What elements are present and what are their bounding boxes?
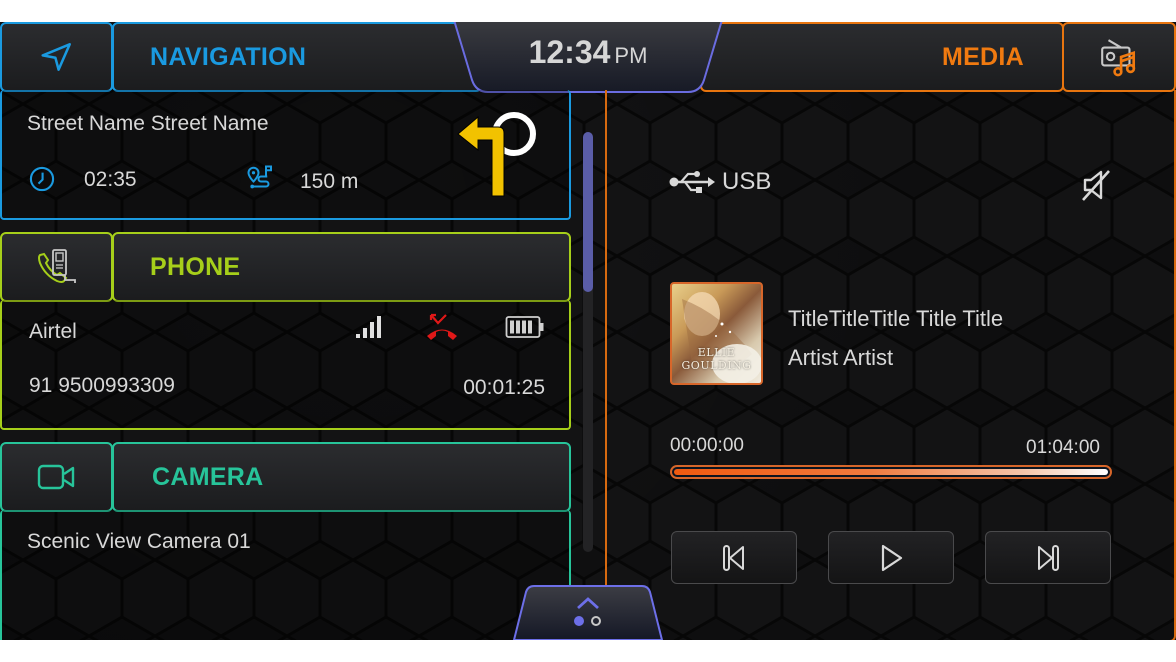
- clock-period: PM: [614, 43, 648, 68]
- phone-number: 91 9500993309: [29, 374, 175, 397]
- clock-time: 12:34: [528, 34, 611, 70]
- album-art-text: ELLIE GOULDING: [681, 346, 752, 372]
- media-source[interactable]: USB: [722, 168, 771, 196]
- battery-icon: [505, 316, 544, 338]
- page-dot-1[interactable]: [574, 616, 584, 626]
- camera-header-button[interactable]: CAMERA: [112, 442, 571, 512]
- navigation-panel[interactable]: Street Name Street Name 02:35 150 m: [0, 90, 571, 220]
- navigation-icon-button[interactable]: [0, 22, 113, 92]
- carrier-name: Airtel: [29, 320, 77, 343]
- page-indicator-tab[interactable]: [512, 584, 664, 640]
- video-camera-icon: [37, 464, 74, 490]
- next-track-button[interactable]: [985, 531, 1111, 584]
- signal-icon: [356, 316, 381, 338]
- track-artist: Artist Artist: [788, 345, 894, 370]
- track-title: TitleTitleTitle Title Title: [788, 306, 1004, 331]
- previous-track-button[interactable]: [671, 531, 797, 584]
- camera-name: Scenic View Camera 01: [27, 530, 251, 553]
- scrollbar-thumb[interactable]: [583, 132, 593, 292]
- play-icon: [881, 544, 903, 571]
- usb-icon: [669, 171, 715, 193]
- route-icon: [247, 165, 272, 189]
- elapsed-time: 00:00:00: [670, 435, 744, 456]
- radio-music-icon: [1101, 39, 1136, 77]
- distance-value: 150 m: [300, 170, 359, 193]
- clock: 12:34 PM: [452, 22, 724, 94]
- navigation-header-button[interactable]: NAVIGATION: [112, 22, 482, 92]
- phone-header-button[interactable]: PHONE: [112, 232, 571, 302]
- progress-bar[interactable]: [670, 465, 1112, 479]
- page-dot-2[interactable]: [591, 616, 601, 626]
- phone-panel[interactable]: Airtel 91 9500993309 00:01:25: [0, 300, 571, 430]
- street-name: Street Name Street Name: [27, 112, 269, 135]
- media-title: MEDIA: [941, 42, 1024, 71]
- call-duration: 00:01:25: [463, 376, 545, 399]
- clock-icon: [29, 166, 55, 192]
- phone-device-icon: [37, 249, 76, 283]
- camera-icon-button[interactable]: [0, 442, 113, 512]
- navigation-arrow-icon: [40, 43, 71, 71]
- infotainment-screen: NAVIGATION MEDIA 12:34 PM Street Name St…: [0, 22, 1176, 640]
- media-header-button[interactable]: MEDIA: [700, 22, 1064, 92]
- turn-left-roundabout-icon: [457, 112, 536, 197]
- navigation-title: NAVIGATION: [150, 42, 307, 71]
- speaker-muted-icon[interactable]: [1081, 168, 1113, 202]
- chevron-up-icon[interactable]: [575, 596, 601, 610]
- eta-value: 02:35: [84, 168, 137, 191]
- media-icon-button[interactable]: [1062, 22, 1176, 92]
- camera-panel[interactable]: Scenic View Camera 01: [0, 510, 571, 640]
- missed-call-icon: [427, 313, 457, 340]
- play-button[interactable]: [828, 531, 954, 584]
- total-time: 01:04:00: [1026, 437, 1100, 458]
- album-art: ELLIE GOULDING: [670, 282, 763, 385]
- skip-previous-icon: [723, 544, 744, 571]
- scrollbar[interactable]: [583, 132, 593, 552]
- phone-title: PHONE: [150, 252, 241, 281]
- progress-fill: [674, 469, 1108, 475]
- phone-icon-button[interactable]: [0, 232, 113, 302]
- camera-title: CAMERA: [152, 462, 264, 491]
- skip-next-icon: [1038, 544, 1059, 571]
